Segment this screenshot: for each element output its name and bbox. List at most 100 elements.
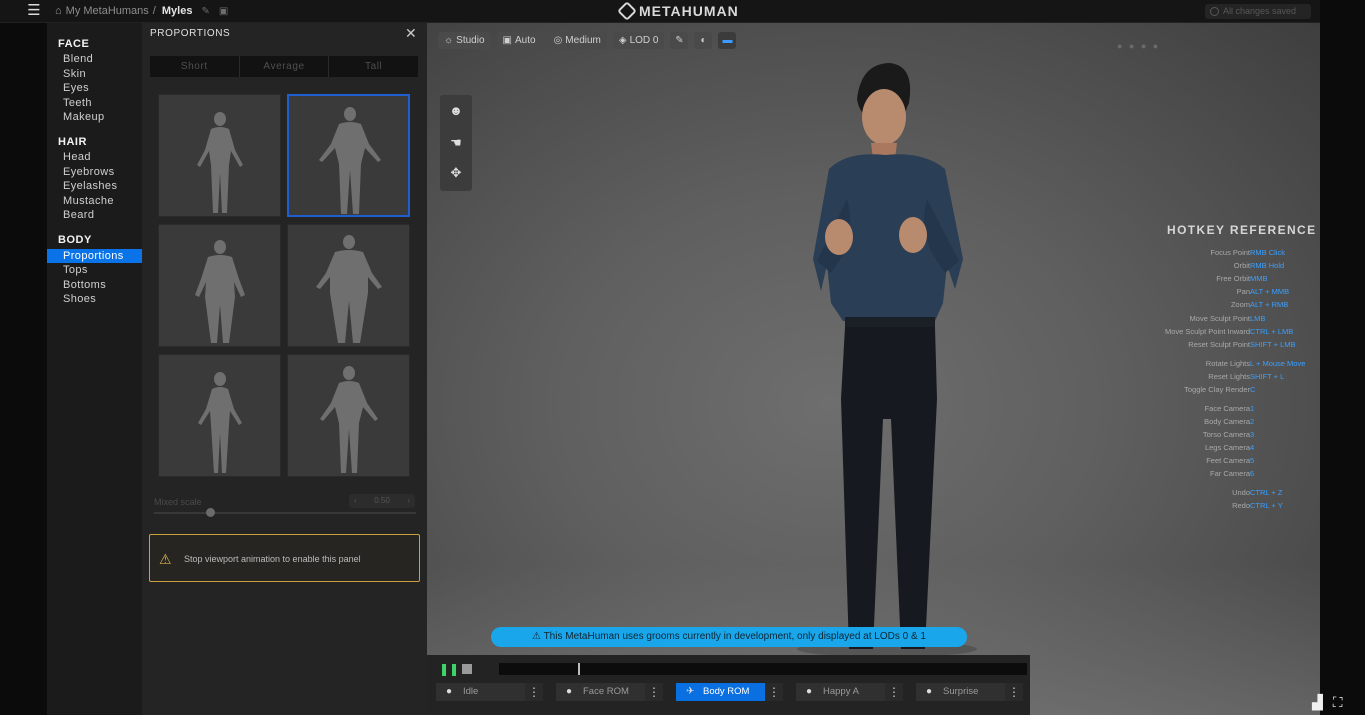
timeline-playhead[interactable] — [578, 663, 580, 675]
breadcrumb-root[interactable]: My MetaHumans — [66, 5, 149, 17]
anim-surprise-label: Surprise — [943, 686, 979, 697]
body-type-card-3[interactable] — [158, 224, 281, 347]
app-frame: ☰ ⌂ My MetaHumans / Myles ✎ ▣ METAHUMAN … — [0, 0, 1365, 715]
hotkey-row: Legs Camera 4 — [1127, 442, 1320, 454]
hotkey-row: Move Sculpt Point Inward CTRL + LMB — [1127, 326, 1320, 338]
anim-face-rom[interactable]: ● Face ROM — [556, 683, 658, 701]
hotkey-key: SHIFT + L — [1250, 372, 1285, 381]
nav-item-proportions[interactable]: Proportions — [47, 249, 142, 263]
hotkey-row: Reset Lights SHIFT + L — [1127, 371, 1320, 383]
hotkey-row: Redo CTRL + Y — [1127, 500, 1320, 512]
anim-happy-a-label: Happy A — [823, 686, 859, 697]
hotkeys-button[interactable]: ▬ — [718, 32, 737, 49]
hotkey-row: Rotate Lights L + Mouse Move — [1127, 358, 1320, 370]
anim-surprise-more-icon[interactable]: ⋮ — [1005, 683, 1023, 701]
anim-body-rom[interactable]: ✈ Body ROM — [676, 683, 778, 701]
anim-face-rom-more-icon[interactable]: ⋮ — [645, 683, 663, 701]
hotkey-action: Body Camera — [1204, 417, 1250, 426]
nav-item-skin[interactable]: Skin — [47, 67, 142, 81]
blend-slider-track[interactable] — [154, 512, 416, 514]
brush-button[interactable]: ✎ — [670, 32, 689, 49]
viewport-toolbar: ☼ Studio ▣ Auto ◎ Medium ◈ LOD 0 ✎ ◐ ▬ — [438, 32, 737, 49]
nav-item-makeup[interactable]: Makeup — [47, 110, 142, 124]
body-type-card-2[interactable] — [287, 94, 410, 217]
left-letterbox — [0, 0, 47, 715]
nav-item-tops[interactable]: Tops — [47, 263, 142, 277]
hotkey-action: Undo — [1232, 488, 1250, 497]
hand-tool-icon[interactable]: ☚ — [440, 131, 472, 155]
quality-button[interactable]: ◎ Medium — [547, 32, 607, 49]
hotkey-key: RMB Hold — [1250, 261, 1285, 270]
face-tool-icon[interactable]: ☻ — [440, 99, 472, 123]
animation-timeline[interactable] — [499, 663, 1027, 675]
nav-item-head[interactable]: Head — [47, 150, 142, 164]
body-silhouette-icon — [195, 240, 245, 343]
stats-icon[interactable]: ▟ — [1312, 694, 1323, 711]
metahuman-mark-icon — [617, 1, 637, 21]
stepper-decrease-icon[interactable]: ‹ — [354, 494, 357, 508]
body-type-card-1[interactable] — [158, 94, 281, 217]
close-icon[interactable]: ✕ — [405, 25, 417, 42]
info-icon[interactable]: ▣ — [219, 6, 228, 17]
hotkey-key: 3 — [1250, 430, 1255, 439]
hamburger-menu-icon[interactable]: ☰ — [26, 3, 42, 19]
nav-item-blend[interactable]: Blend — [47, 52, 142, 66]
tab-tall[interactable]: Tall — [329, 56, 418, 77]
lod-icon: ◈ — [618, 35, 627, 46]
body-type-card-6[interactable] — [287, 354, 410, 477]
lod-button[interactable]: ◈ LOD 0 — [612, 32, 665, 49]
nav-item-teeth[interactable]: Teeth — [47, 96, 142, 110]
hotkey-row: Zoom ALT + RMB — [1127, 299, 1320, 311]
edit-name-icon[interactable]: ✎ — [201, 6, 209, 17]
hotkey-action: Redo — [1232, 501, 1250, 510]
nav-item-eyes[interactable]: Eyes — [47, 81, 142, 95]
nav-item-bottoms[interactable]: Bottoms — [47, 278, 142, 292]
anim-happy-a-icon: ● — [806, 686, 813, 697]
home-icon[interactable]: ⌂ — [55, 5, 62, 17]
anim-body-rom-more-icon[interactable]: ⋮ — [765, 683, 783, 701]
hotkey-action: Feet Camera — [1206, 456, 1250, 465]
tab-short[interactable]: Short — [150, 56, 240, 77]
blend-slider-thumb[interactable] — [206, 508, 215, 517]
viewport[interactable]: ☼ Studio ▣ Auto ◎ Medium ◈ LOD 0 ✎ ◐ ▬ ●… — [427, 23, 1320, 715]
anim-idle-icon: ● — [446, 686, 453, 697]
camera-button[interactable]: ▣ Auto — [496, 32, 542, 49]
anim-surprise[interactable]: ● Surprise — [916, 683, 1018, 701]
anim-idle-more-icon[interactable]: ⋮ — [525, 683, 543, 701]
anim-body-rom-label: Body ROM — [703, 686, 750, 697]
auto-save-label: All changes saved — [1223, 6, 1297, 16]
tab-average[interactable]: Average — [240, 56, 330, 77]
blend-stepper[interactable]: ‹ 0.50 › — [349, 494, 415, 508]
hotkey-key: CTRL + LMB — [1250, 327, 1294, 336]
stepper-increase-icon[interactable]: › — [407, 494, 410, 508]
nav-item-beard[interactable]: Beard — [47, 208, 142, 222]
metahuman-character — [797, 63, 977, 657]
hotkey-key: MMB — [1250, 274, 1268, 283]
metahuman-logo: METAHUMAN — [617, 1, 739, 21]
hotkey-row: Reset Sculpt Point SHIFT + LMB — [1127, 339, 1320, 351]
hotkey-key: CTRL + Z — [1250, 488, 1283, 497]
hotkey-row: Body Camera 2 — [1127, 416, 1320, 428]
hotkey-action: Pan — [1236, 287, 1250, 296]
anim-happy-a-more-icon[interactable]: ⋮ — [885, 683, 903, 701]
nav-item-mustache[interactable]: Mustache — [47, 194, 142, 208]
hotkey-action: Face Camera — [1204, 404, 1250, 413]
fullscreen-icon[interactable]: ⛶ — [1333, 694, 1343, 711]
anim-happy-a[interactable]: ● Happy A — [796, 683, 898, 701]
clay-button[interactable]: ◐ — [694, 32, 713, 49]
body-type-card-4[interactable] — [287, 224, 410, 347]
anim-idle[interactable]: ● Idle — [436, 683, 538, 701]
body-silhouette-icon — [198, 372, 242, 473]
move-tool-icon[interactable]: ✥ — [440, 161, 472, 185]
nav-item-eyebrows[interactable]: Eyebrows — [47, 165, 142, 179]
hotkey-action: Zoom — [1230, 300, 1250, 309]
lighting-label: Studio — [456, 35, 485, 46]
auto-save-status: All changes saved — [1205, 4, 1311, 19]
proportions-panel: PROPORTIONS ✕ Short Average Tall Mixed s… — [142, 23, 427, 715]
nav-item-shoes[interactable]: Shoes — [47, 292, 142, 306]
stop-icon[interactable] — [462, 664, 472, 674]
pause-icon[interactable]: ❚❚ — [439, 663, 459, 675]
body-type-card-5[interactable] — [158, 354, 281, 477]
nav-item-eyelashes[interactable]: Eyelashes — [47, 179, 142, 193]
lighting-button[interactable]: ☼ Studio — [438, 32, 491, 49]
